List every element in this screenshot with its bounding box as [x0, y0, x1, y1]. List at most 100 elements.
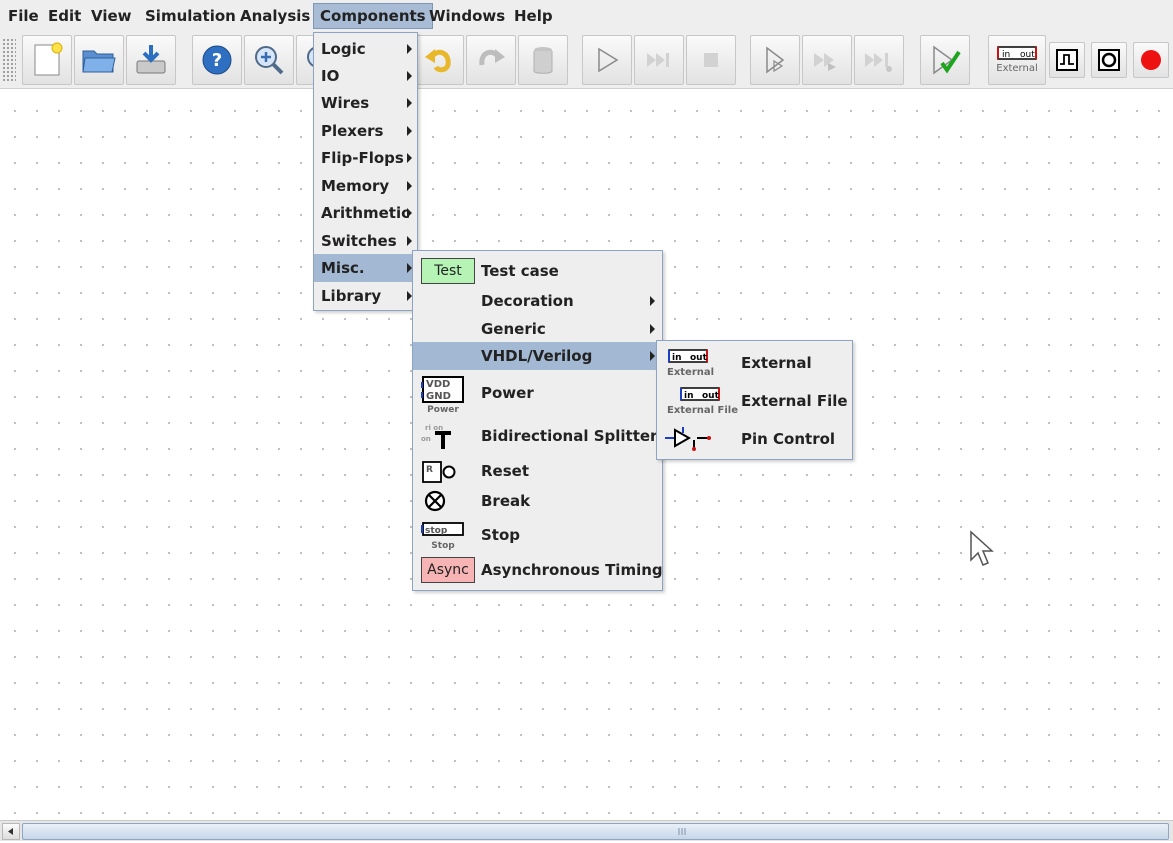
step-forward-button[interactable] — [634, 35, 684, 85]
menu-item-decoration[interactable]: Decoration — [413, 287, 662, 315]
svg-text:Power: Power — [427, 405, 459, 414]
record-icon — [1141, 50, 1161, 70]
power-icon: VDD GND Power — [421, 374, 473, 415]
check-button[interactable] — [920, 35, 970, 85]
undo-icon — [425, 49, 451, 73]
mouse-pointer-icon — [970, 530, 994, 566]
stop-button[interactable] — [686, 35, 736, 85]
svg-text:ri on: ri on — [425, 424, 443, 432]
external-caption: External — [996, 63, 1038, 74]
horizontal-scrollbar[interactable] — [0, 820, 1173, 841]
menu-item-external[interactable]: in out External External — [657, 344, 852, 382]
menu-item-library[interactable]: Library — [314, 282, 417, 309]
toolbar-grip[interactable] — [2, 38, 16, 82]
misc-submenu: Test Test case Decoration Generic VHDL/V… — [412, 250, 663, 591]
menu-file[interactable]: File — [2, 4, 45, 28]
external-out-label: out — [1020, 50, 1035, 60]
toolbar: ? in out External — [0, 32, 1173, 89]
menu-view[interactable]: View — [85, 4, 138, 28]
external-in-label: in — [1002, 50, 1010, 60]
menu-item-vhdl-verilog[interactable]: VHDL/Verilog — [413, 342, 662, 370]
menu-components[interactable]: Components — [313, 3, 433, 29]
run-to-break-icon — [865, 53, 892, 72]
help-button[interactable]: ? — [192, 35, 242, 85]
pin-control-icon — [665, 426, 715, 452]
menu-item-switches[interactable]: Switches — [314, 227, 417, 254]
menu-item-misc[interactable]: Misc. — [314, 254, 417, 282]
play-button[interactable] — [582, 35, 632, 85]
redo-button[interactable] — [466, 35, 516, 85]
chevron-right-icon — [650, 323, 655, 334]
menu-item-power[interactable]: VDD GND Power Power — [413, 371, 662, 415]
break-icon — [421, 489, 449, 513]
probe-icon — [1098, 49, 1120, 71]
external-icon: in out External — [665, 348, 725, 380]
svg-text:GND: GND — [426, 391, 451, 402]
svg-text:stop: stop — [425, 526, 448, 536]
menu-item-break[interactable]: Break — [413, 485, 662, 517]
new-button[interactable] — [22, 35, 72, 85]
save-button[interactable] — [126, 35, 176, 85]
menu-item-reset[interactable]: R Reset — [413, 457, 662, 485]
test-case-icon: Test — [421, 258, 475, 284]
menu-item-pin-control[interactable]: Pin Control — [657, 420, 852, 457]
components-menu: Logic IO Wires Plexers Flip-Flops Memory… — [313, 32, 418, 311]
svg-text:on: on — [421, 435, 431, 443]
scrollbar-thumb[interactable] — [22, 823, 1169, 840]
menu-analysis[interactable]: Analysis — [234, 4, 316, 28]
chevron-left-icon — [8, 828, 13, 835]
save-icon — [136, 45, 166, 74]
chevron-right-icon — [407, 180, 412, 191]
fast-forward-button[interactable] — [802, 35, 852, 85]
menu-item-asynchronous-timing[interactable]: Async Asynchronous Timing — [413, 553, 663, 587]
menu-item-memory[interactable]: Memory — [314, 172, 417, 199]
external-component-icon: in out External — [996, 46, 1038, 74]
clock-button[interactable] — [1049, 42, 1085, 78]
menu-item-stop[interactable]: stop Stop Stop — [413, 517, 662, 553]
undo-button[interactable] — [414, 35, 464, 85]
menu-item-arithmetic[interactable]: Arithmetic — [314, 199, 417, 227]
svg-text:in: in — [684, 391, 694, 401]
check-icon — [933, 45, 961, 75]
svg-text:Stop: Stop — [431, 541, 455, 551]
menu-item-plexers[interactable]: Plexers — [314, 117, 417, 144]
menu-item-generic[interactable]: Generic — [413, 315, 662, 342]
external-button[interactable]: in out External — [988, 35, 1046, 85]
micro-step-button[interactable] — [750, 35, 800, 85]
menu-item-bidirectional-splitter[interactable]: ri on on Bidirectional Splitter — [413, 415, 662, 457]
stop-component-icon: stop Stop — [421, 520, 469, 552]
open-button[interactable] — [74, 35, 124, 85]
run-to-break-button[interactable] — [854, 35, 904, 85]
delete-icon — [533, 47, 553, 74]
menu-item-test-case[interactable]: Test Test case — [413, 254, 662, 287]
delete-button[interactable] — [518, 35, 568, 85]
chevron-right-icon — [407, 235, 412, 246]
menu-item-external-file[interactable]: in out External File External File — [657, 382, 852, 420]
record-button[interactable] — [1133, 42, 1169, 78]
vhdl-verilog-submenu: in out External External in out External… — [656, 340, 853, 460]
menu-simulation[interactable]: Simulation — [139, 4, 242, 28]
help-icon: ? — [202, 45, 232, 75]
zoom-in-icon — [255, 46, 284, 75]
svg-text:R: R — [426, 465, 433, 475]
menu-item-io[interactable]: IO — [314, 62, 417, 89]
menu-help[interactable]: Help — [508, 4, 559, 28]
menu-windows[interactable]: Windows — [423, 4, 511, 28]
svg-text:?: ? — [212, 50, 222, 71]
svg-text:External File: External File — [667, 405, 738, 416]
stop-icon — [704, 53, 718, 67]
menu-item-flip-flops[interactable]: Flip-Flops — [314, 144, 417, 172]
zoom-in-button[interactable] — [244, 35, 294, 85]
clock-icon — [1056, 49, 1078, 71]
scroll-left-button[interactable] — [2, 823, 20, 840]
chevron-right-icon — [650, 351, 655, 361]
menu-edit[interactable]: Edit — [42, 4, 87, 28]
chevron-right-icon — [407, 70, 412, 81]
menu-item-logic[interactable]: Logic — [314, 35, 417, 62]
redo-icon — [479, 49, 505, 66]
probe-button[interactable] — [1091, 42, 1127, 78]
step-forward-icon — [647, 53, 669, 67]
menu-item-wires[interactable]: Wires — [314, 89, 417, 117]
external-file-icon: in out External File — [665, 386, 741, 418]
chevron-right-icon — [650, 296, 655, 306]
